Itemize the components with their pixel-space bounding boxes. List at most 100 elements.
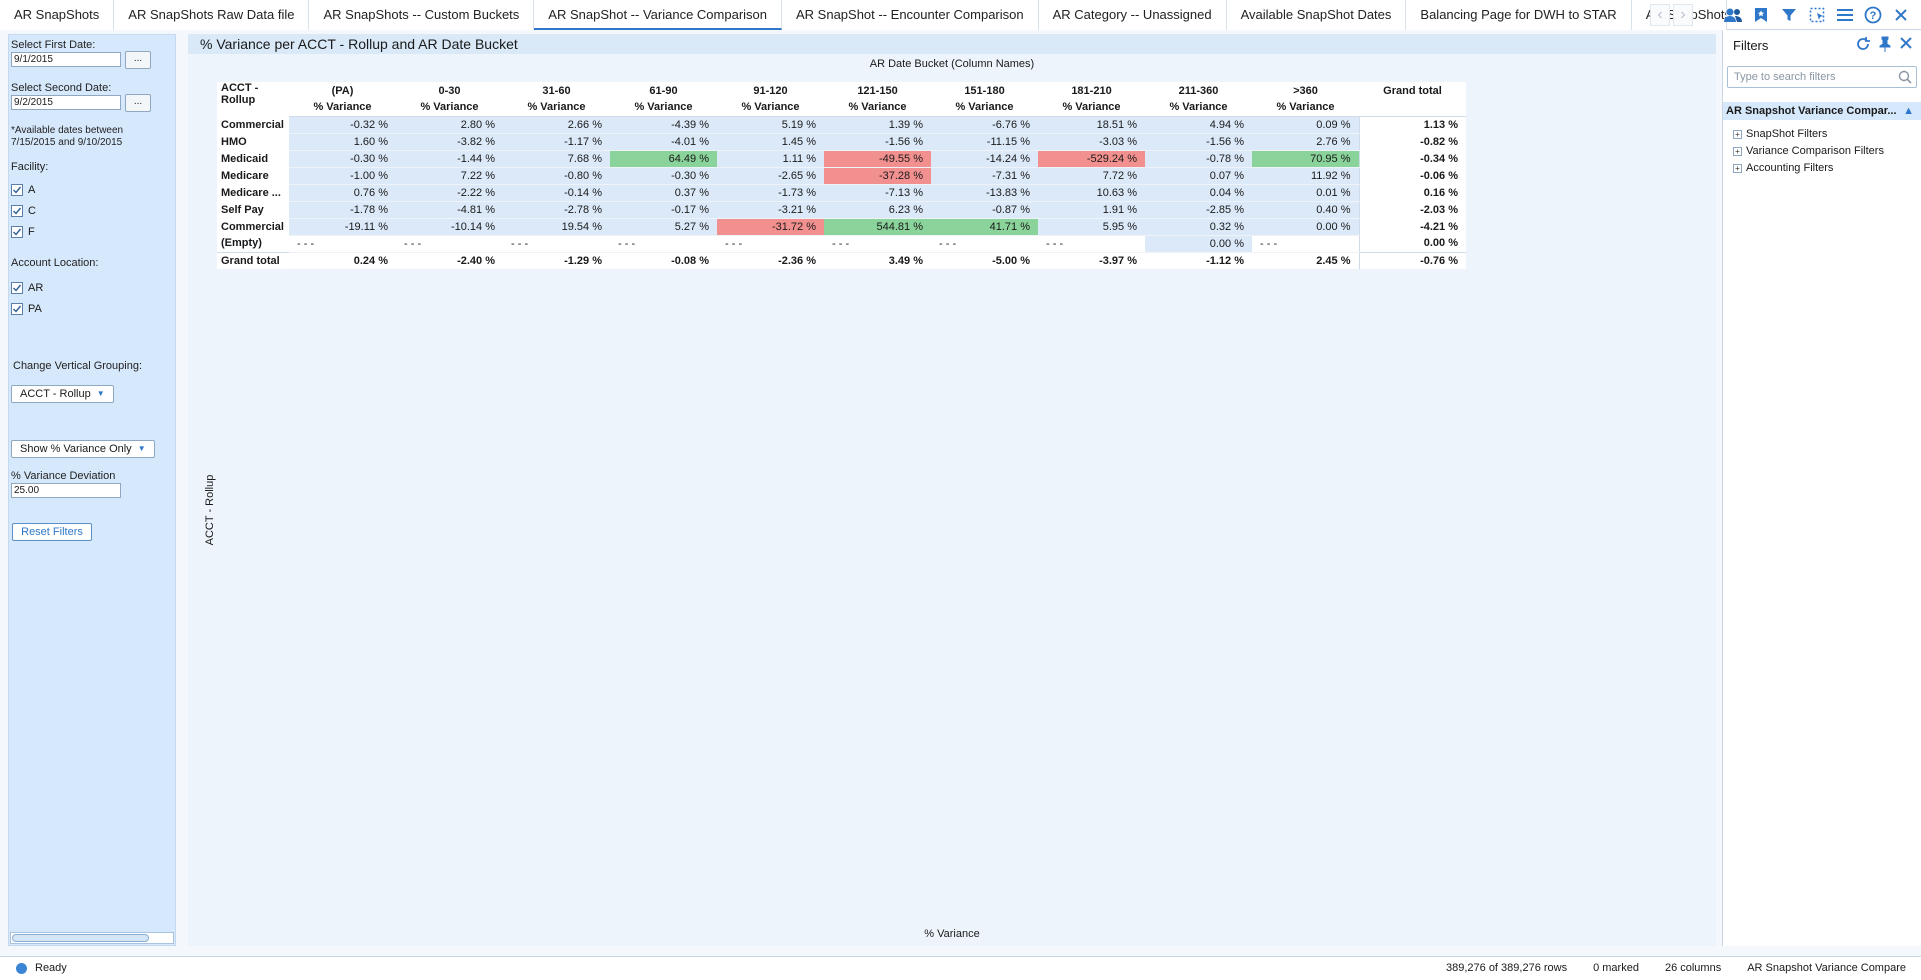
grand-total-cell[interactable]: -1.12 % xyxy=(1145,251,1252,270)
row-grand-total-cell[interactable]: -4.21 % xyxy=(1358,218,1466,235)
table-cell[interactable]: 0.76 % xyxy=(289,184,396,202)
table-cell[interactable]: -0.17 % xyxy=(610,201,717,219)
grand-total-row[interactable]: Grand total 0.24 % -2.40 % -1.29 % -0.08 % -2… xyxy=(217,251,1466,270)
table-cell[interactable]: 0.00 % xyxy=(1252,218,1359,236)
table-cell[interactable]: 6.23 % xyxy=(824,201,931,219)
measure-header[interactable]: % Variance xyxy=(289,99,396,117)
close-icon[interactable] xyxy=(1891,5,1911,25)
table-cell[interactable]: 1.91 % xyxy=(1038,201,1145,219)
filter-item-accounting-filters[interactable]: + Accounting Filters xyxy=(1733,162,1833,174)
menu-icon[interactable] xyxy=(1835,5,1855,25)
table-cell[interactable]: -4.01 % xyxy=(610,133,717,151)
measure-header[interactable]: % Variance xyxy=(1252,99,1359,117)
table-cell[interactable]: 7.22 % xyxy=(396,167,503,185)
table-cell[interactable]: -31.72 % xyxy=(717,218,824,236)
table-row[interactable]: Commercial -19.11 % -10.14 % 19.54 % 5.27 % -… xyxy=(217,218,1466,236)
grand-total-cell[interactable]: -2.36 % xyxy=(717,251,824,270)
tab-2[interactable]: AR SnapShots Raw Data file xyxy=(114,0,310,30)
row-header[interactable]: Self Pay xyxy=(217,201,289,218)
column-header[interactable]: 61-90 xyxy=(610,82,717,99)
table-cell[interactable]: -1.78 % xyxy=(289,201,396,219)
table-cell[interactable]: -7.31 % xyxy=(931,167,1038,185)
table-cell[interactable]: - - - xyxy=(610,235,717,253)
table-cell[interactable]: - - - xyxy=(1038,235,1145,253)
table-cell[interactable]: -1.00 % xyxy=(289,167,396,185)
table-cell[interactable]: 1.39 % xyxy=(824,116,931,134)
table-cell[interactable]: -0.14 % xyxy=(503,184,610,202)
expand-icon[interactable]: + xyxy=(1733,163,1742,173)
table-cell[interactable]: -0.78 % xyxy=(1145,150,1252,168)
table-cell[interactable]: -14.24 % xyxy=(931,150,1038,168)
row-header[interactable]: Medicaid xyxy=(217,150,289,167)
measure-header[interactable]: % Variance xyxy=(1145,99,1252,117)
account-location-checkbox-ar[interactable]: AR xyxy=(11,282,43,294)
overall-grand-total-cell[interactable]: -0.76 % xyxy=(1358,251,1466,269)
filter-item-variance-comparison[interactable]: + Variance Comparison Filters xyxy=(1733,145,1884,157)
table-cell[interactable]: -1.44 % xyxy=(396,150,503,168)
row-header[interactable]: Medicare xyxy=(217,167,289,184)
table-cell[interactable]: 1.11 % xyxy=(717,150,824,168)
table-cell[interactable]: 2.76 % xyxy=(1252,133,1359,151)
table-cell[interactable]: -1.73 % xyxy=(717,184,824,202)
table-cell[interactable]: 18.51 % xyxy=(1038,116,1145,134)
table-cell[interactable]: -11.15 % xyxy=(931,133,1038,151)
table-cell[interactable]: 7.68 % xyxy=(503,150,610,168)
tab-scroll-right-button[interactable]: › xyxy=(1673,4,1693,26)
table-cell[interactable]: -1.56 % xyxy=(824,133,931,151)
table-cell[interactable]: -3.21 % xyxy=(717,201,824,219)
table-cell[interactable]: -0.32 % xyxy=(289,116,396,134)
row-header-corner[interactable]: ACCT - Rollup xyxy=(217,82,289,116)
table-cell[interactable]: 2.66 % xyxy=(503,116,610,134)
table-cell[interactable]: 41.71 % xyxy=(931,218,1038,236)
row-header[interactable]: Commercial xyxy=(217,116,289,133)
table-cell[interactable]: 5.27 % xyxy=(610,218,717,236)
row-grand-total-cell[interactable]: -0.06 % xyxy=(1358,167,1466,184)
table-cell[interactable]: - - - xyxy=(1252,235,1359,253)
account-location-checkbox-pa[interactable]: PA xyxy=(11,303,42,315)
tab-6[interactable]: AR Category -- Unassigned xyxy=(1038,0,1227,30)
status-marked[interactable]: 0 marked xyxy=(1593,962,1639,974)
pin-icon[interactable] xyxy=(1879,36,1891,55)
table-cell[interactable]: -2.85 % xyxy=(1145,201,1252,219)
column-header[interactable]: 121-150 xyxy=(824,82,931,99)
column-axis-title[interactable]: AR Date Bucket (Column Names) xyxy=(188,58,1716,70)
measure-header[interactable]: % Variance xyxy=(824,99,931,117)
table-cell[interactable]: 2.80 % xyxy=(396,116,503,134)
row-grand-total-cell[interactable]: 1.13 % xyxy=(1358,116,1466,133)
reset-icon[interactable] xyxy=(1855,36,1871,55)
tab-scroll-left-button[interactable]: ‹ xyxy=(1650,4,1670,26)
table-cell[interactable]: 64.49 % xyxy=(610,150,717,168)
column-header[interactable]: 151-180 xyxy=(931,82,1038,99)
table-cell[interactable]: - - - xyxy=(824,235,931,253)
table-cell[interactable]: -0.30 % xyxy=(289,150,396,168)
variance-deviation-input[interactable]: 25.00 xyxy=(11,483,121,498)
row-grand-total-cell[interactable]: -0.34 % xyxy=(1358,150,1466,167)
table-cell[interactable]: -3.03 % xyxy=(1038,133,1145,151)
second-date-browse-button[interactable]: ... xyxy=(125,94,151,112)
table-cell[interactable]: - - - xyxy=(289,235,396,253)
filter-search-input[interactable]: Type to search filters xyxy=(1727,66,1917,88)
table-row[interactable]: Medicaid -0.30 % -1.44 % 7.68 % 64.49 % 1.11 … xyxy=(217,150,1466,168)
grand-total-row-header[interactable]: Grand total xyxy=(217,251,289,269)
second-date-input[interactable]: 9/2/2015 xyxy=(11,95,121,110)
measure-header[interactable]: % Variance xyxy=(931,99,1038,117)
table-cell[interactable]: 0.01 % xyxy=(1252,184,1359,202)
table-cell[interactable]: -0.30 % xyxy=(610,167,717,185)
grand-total-cell[interactable]: 2.45 % xyxy=(1252,251,1359,270)
tab-5[interactable]: AR SnapShot -- Encounter Comparison xyxy=(782,0,1039,30)
reset-filters-button[interactable]: Reset Filters xyxy=(12,523,92,541)
table-cell[interactable]: -1.17 % xyxy=(503,133,610,151)
column-header[interactable]: 31-60 xyxy=(503,82,610,99)
first-date-input[interactable]: 9/1/2015 xyxy=(11,52,121,67)
measure-header[interactable]: % Variance xyxy=(396,99,503,117)
table-cell[interactable]: 19.54 % xyxy=(503,218,610,236)
table-cell[interactable]: -2.78 % xyxy=(503,201,610,219)
selection-icon[interactable] xyxy=(1807,5,1827,25)
expand-icon[interactable]: + xyxy=(1733,129,1742,139)
row-header[interactable]: (Empty) xyxy=(217,235,289,252)
table-cell[interactable]: -13.83 % xyxy=(931,184,1038,202)
tab-1[interactable]: AR SnapShots xyxy=(0,0,115,30)
status-page[interactable]: AR Snapshot Variance Compare xyxy=(1747,962,1906,974)
table-row[interactable]: Commercial -0.32 % 2.80 % 2.66 % -4.39 % 5.19… xyxy=(217,116,1466,134)
table-row[interactable]: (Empty) - - -- - -- - -- - -- - -- - -- -… xyxy=(217,235,1466,253)
